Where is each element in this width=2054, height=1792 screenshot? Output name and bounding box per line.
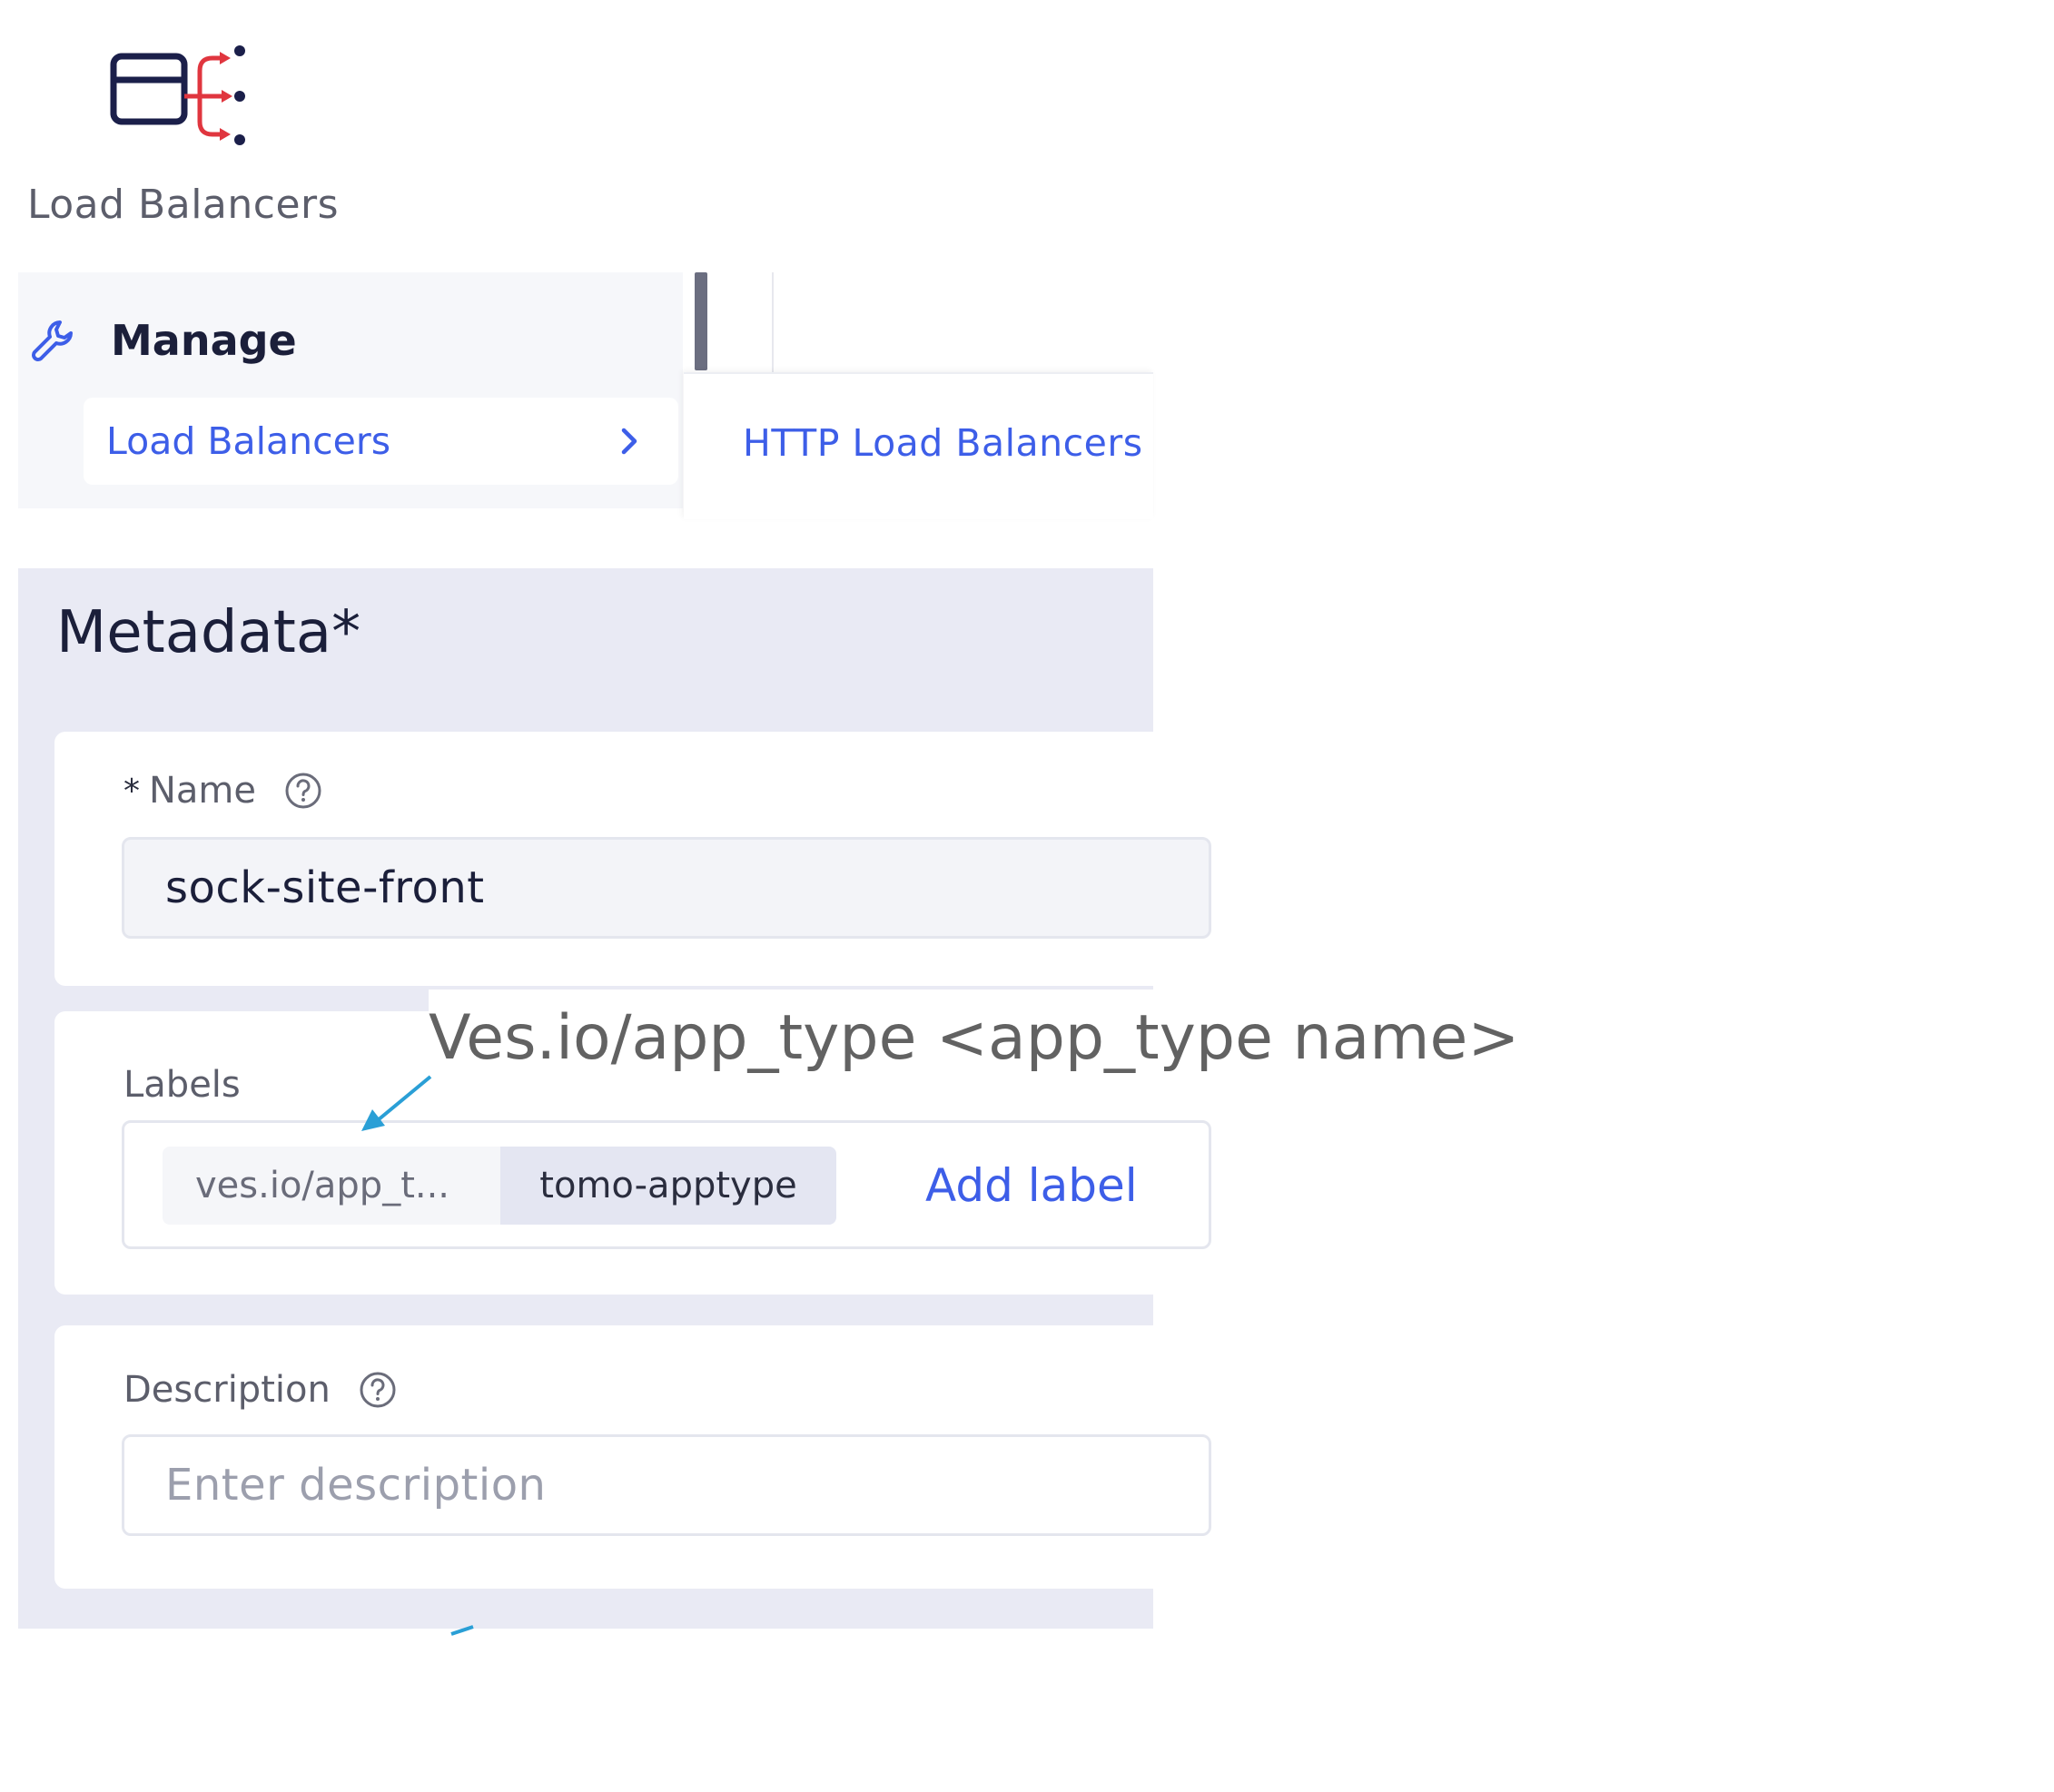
description-label-text: Description xyxy=(123,1369,331,1411)
required-mark: * xyxy=(123,772,140,810)
sidebar-item-load-balancers[interactable]: Load Balancers xyxy=(84,398,678,485)
required-mark: * xyxy=(331,599,361,666)
load-balancer-icon xyxy=(110,45,245,145)
description-field-label: Description xyxy=(123,1369,398,1411)
submenu-item-http-load-balancers[interactable]: HTTP Load Balancers xyxy=(743,421,1143,465)
annotation-arrow-icon xyxy=(361,1075,432,1131)
help-icon[interactable] xyxy=(283,771,323,811)
sidebar-section-label: Manage xyxy=(111,316,297,365)
name-input-value: sock-site-front xyxy=(165,862,485,913)
annotation-text: Ves.io/app_type <app_type name> xyxy=(429,1002,1520,1074)
annotation-mark xyxy=(450,1625,474,1636)
labels-input[interactable]: ves.io/app_t... tomo-apptype Add label xyxy=(122,1120,1211,1249)
description-input[interactable]: Enter description xyxy=(122,1434,1211,1536)
divider xyxy=(772,272,774,374)
help-icon[interactable] xyxy=(358,1370,398,1410)
sidebar-item-label: Load Balancers xyxy=(106,419,391,463)
label-chip-key[interactable]: ves.io/app_t... xyxy=(163,1147,500,1225)
label-chip-value[interactable]: tomo-apptype xyxy=(500,1147,836,1225)
wrench-icon xyxy=(32,320,73,361)
submenu-flyout: HTTP Load Balancers xyxy=(684,372,1153,519)
name-input[interactable]: sock-site-front xyxy=(122,837,1211,939)
metadata-section: Metadata* * Name sock-site-front Labels … xyxy=(18,568,1211,1629)
chevron-right-icon xyxy=(621,428,637,455)
section-title: Metadata* xyxy=(56,599,360,666)
app-title: Load Balancers xyxy=(27,182,340,228)
sidebar-scrollbar[interactable] xyxy=(695,272,707,370)
sidebar-section-manage: Manage xyxy=(27,309,297,372)
name-field-label: * Name xyxy=(123,770,323,812)
name-label-text: Name xyxy=(149,770,257,812)
section-title-text: Metadata xyxy=(56,599,332,666)
app-tile[interactable]: Load Balancers xyxy=(27,36,340,245)
navigation-panel: Manage Load Balancers HTTP Load Balancer… xyxy=(18,272,1153,519)
labels-field-label: Labels xyxy=(123,1064,241,1106)
name-card: * Name sock-site-front xyxy=(54,732,1211,986)
description-placeholder: Enter description xyxy=(165,1460,547,1511)
description-card: Description Enter description xyxy=(54,1325,1211,1589)
add-label-button[interactable]: Add label xyxy=(925,1159,1138,1212)
